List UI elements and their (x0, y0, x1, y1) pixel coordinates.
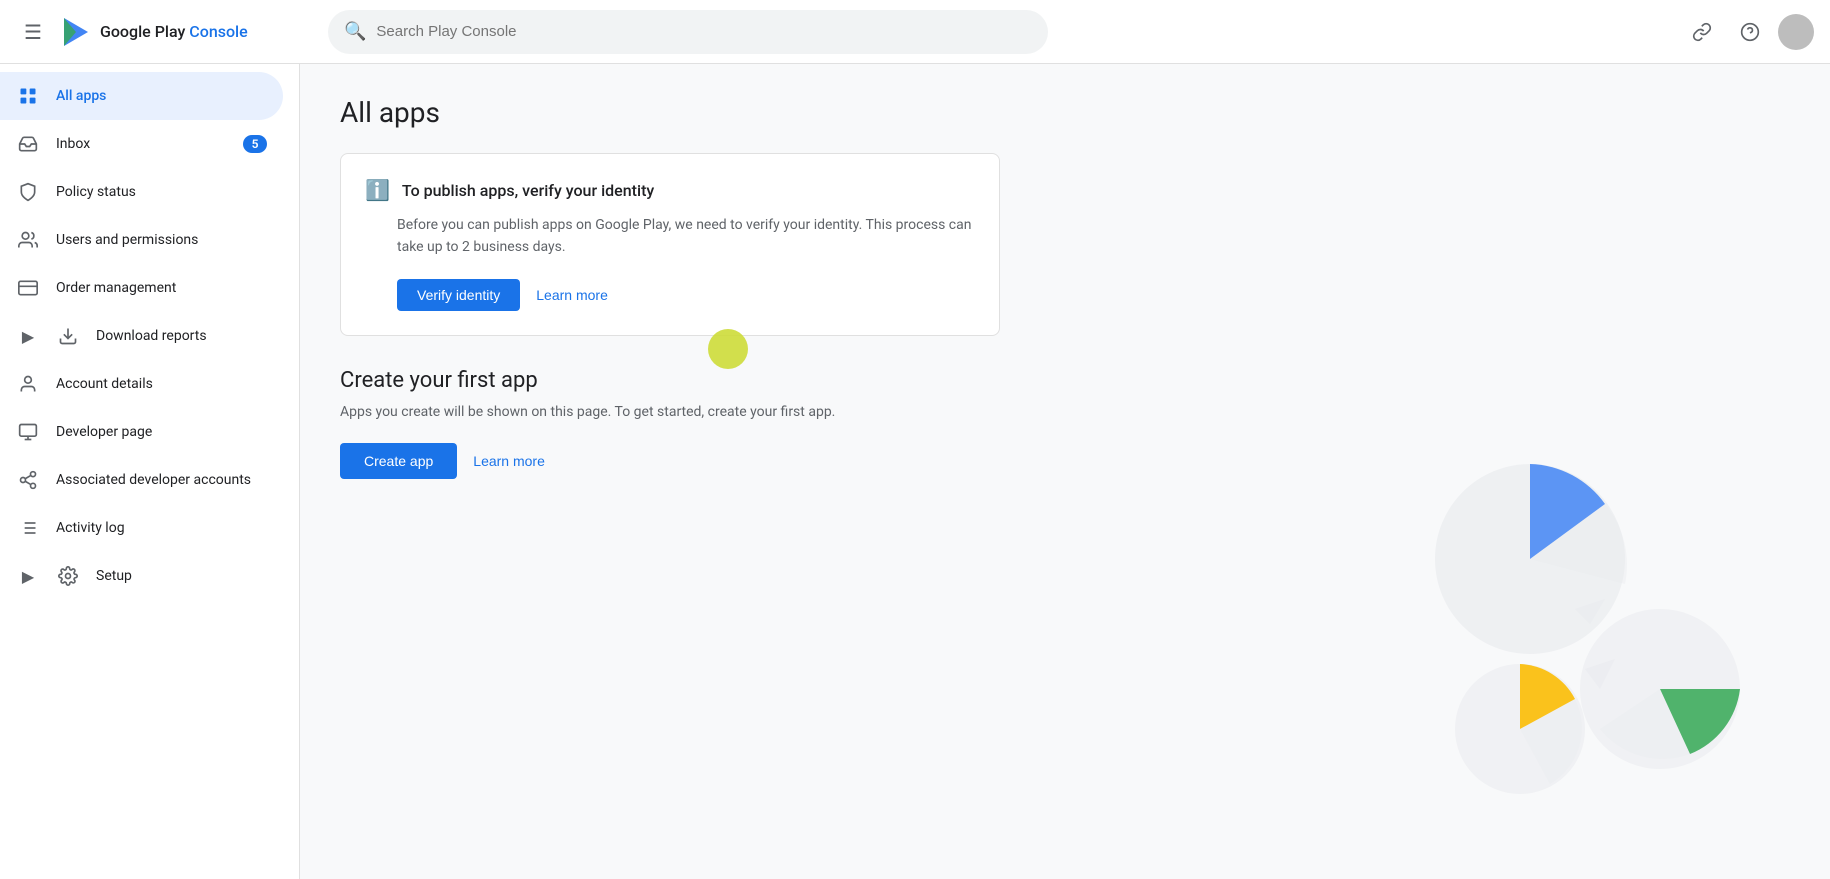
card-icon (16, 278, 40, 298)
header: ☰ Google Play Console 🔍 (0, 0, 1830, 64)
sidebar-item-setup[interactable]: ▶ Setup (0, 552, 283, 600)
sidebar-label-order: Order management (56, 280, 267, 296)
expand-icon-setup: ▶ (16, 567, 40, 586)
sidebar-label-all-apps: All apps (56, 88, 267, 104)
sidebar-label-associated: Associated developer accounts (56, 472, 267, 488)
help-icon (1740, 22, 1760, 42)
sidebar-label-activity: Activity log (56, 520, 267, 536)
help-icon-button[interactable] (1730, 12, 1770, 52)
grid-icon (16, 86, 40, 106)
link-icon (1692, 22, 1712, 42)
gear-icon (56, 566, 80, 586)
alert-actions: Verify identity Learn more (365, 279, 975, 311)
create-actions: Create app Learn more (340, 443, 1000, 479)
link-icon-button[interactable] (1682, 12, 1722, 52)
sidebar-item-developer-page[interactable]: Developer page (0, 408, 283, 456)
browser-icon (16, 422, 40, 442)
alert-title: To publish apps, verify your identity (402, 181, 654, 200)
sidebar-item-policy-status[interactable]: Policy status (0, 168, 283, 216)
main-content: All apps ℹ️ To publish apps, verify your… (300, 64, 1830, 879)
list-icon (16, 518, 40, 538)
expand-icon-download: ▶ (16, 327, 40, 346)
create-title: Create your first app (340, 368, 1000, 393)
sidebar-label-setup: Setup (96, 568, 267, 584)
hamburger-icon[interactable]: ☰ (16, 12, 50, 52)
logo-text: Google Play Console (100, 22, 248, 41)
inbox-badge: 5 (243, 135, 267, 153)
download-icon (56, 326, 80, 346)
sidebar-item-download-reports[interactable]: ▶ Download reports (0, 312, 283, 360)
sidebar-item-associated-developer[interactable]: Associated developer accounts (0, 456, 283, 504)
sidebar-label-developer: Developer page (56, 424, 267, 440)
sidebar-item-activity-log[interactable]: Activity log (0, 504, 283, 552)
verify-identity-button[interactable]: Verify identity (397, 279, 520, 311)
create-learn-more-link[interactable]: Learn more (473, 445, 545, 477)
inbox-icon (16, 134, 40, 154)
sidebar-item-order-management[interactable]: Order management (0, 264, 283, 312)
sidebar-label-users: Users and permissions (56, 232, 267, 248)
create-app-button[interactable]: Create app (340, 443, 457, 479)
decoration-svg (1390, 439, 1790, 819)
search-icon: 🔍 (344, 21, 366, 42)
person-icon (16, 374, 40, 394)
avatar[interactable] (1778, 14, 1814, 50)
link-people-icon (16, 470, 40, 490)
page-title: All apps (340, 96, 1790, 129)
search-bar[interactable]: 🔍 (328, 10, 1048, 54)
header-right (1682, 12, 1814, 52)
sidebar-item-inbox[interactable]: Inbox 5 (0, 120, 283, 168)
search-input[interactable] (376, 23, 1032, 40)
logo-container: Google Play Console (60, 16, 248, 48)
logo-icon (60, 16, 92, 48)
decoration-container (1390, 439, 1790, 839)
alert-card: ℹ️ To publish apps, verify your identity… (340, 153, 1000, 336)
sidebar: All apps Inbox 5 Policy status Users and… (0, 64, 300, 879)
sidebar-item-users-permissions[interactable]: Users and permissions (0, 216, 283, 264)
sidebar-label-download: Download reports (96, 328, 267, 344)
alert-header: ℹ️ To publish apps, verify your identity (365, 178, 975, 202)
alert-info-icon: ℹ️ (365, 178, 390, 202)
sidebar-item-account-details[interactable]: Account details (0, 360, 283, 408)
people-icon (16, 230, 40, 250)
layout: All apps Inbox 5 Policy status Users and… (0, 64, 1830, 879)
alert-body: Before you can publish apps on Google Pl… (365, 214, 975, 259)
sidebar-label-inbox: Inbox (56, 136, 227, 152)
sidebar-label-policy: Policy status (56, 184, 267, 200)
shield-icon (16, 182, 40, 202)
create-description: Apps you create will be shown on this pa… (340, 401, 1000, 423)
create-section: Create your first app Apps you create wi… (340, 368, 1000, 479)
header-left: ☰ Google Play Console (16, 12, 316, 52)
sidebar-label-account: Account details (56, 376, 267, 392)
alert-learn-more-link[interactable]: Learn more (536, 279, 608, 311)
sidebar-item-all-apps[interactable]: All apps (0, 72, 283, 120)
